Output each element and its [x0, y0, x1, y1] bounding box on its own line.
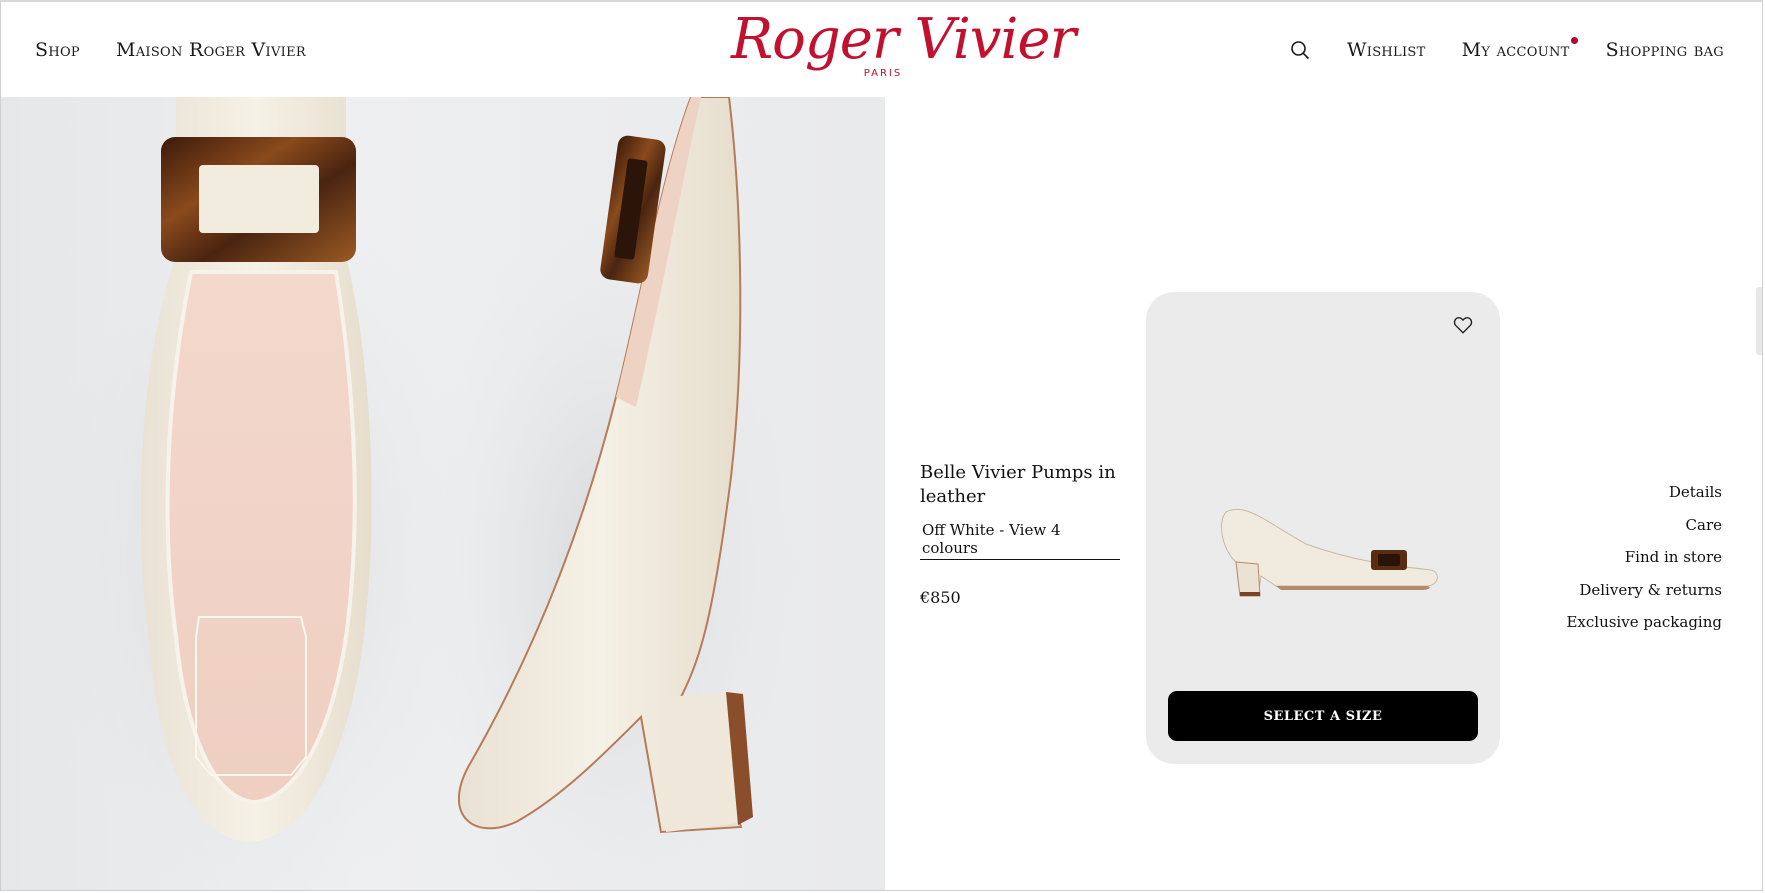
site-header: Shop Maison Roger Vivier Roger Vivier PA…	[1, 2, 1762, 97]
nav-account[interactable]: My account	[1461, 37, 1578, 61]
product-hero-image	[1, 97, 885, 890]
link-find-in-store[interactable]: Find in store	[1566, 541, 1722, 574]
hero-shoes-illustration	[31, 97, 811, 890]
product-summary: Belle Vivier Pumps in leather Off White …	[920, 461, 1120, 607]
colour-selector-link[interactable]: Off White - View 4 colours	[920, 521, 1120, 560]
logo-wordmark: Roger Vivier	[731, 7, 1076, 72]
select-size-button[interactable]: SELECT A SIZE	[1168, 691, 1478, 741]
search-icon[interactable]	[1289, 39, 1311, 61]
nav-shop[interactable]: Shop	[35, 39, 80, 61]
link-exclusive-packaging[interactable]: Exclusive packaging	[1566, 606, 1722, 639]
product-info-links: Details Care Find in store Delivery & re…	[1566, 476, 1722, 639]
page: Shop Maison Roger Vivier Roger Vivier PA…	[0, 0, 1763, 891]
left-buckle-window	[199, 165, 319, 233]
link-details[interactable]: Details	[1566, 476, 1722, 509]
product-thumbnail-shoe	[1221, 508, 1438, 597]
nav-maison[interactable]: Maison Roger Vivier	[116, 39, 306, 61]
product-title: Belle Vivier Pumps in leather	[920, 462, 1116, 507]
link-delivery-returns[interactable]: Delivery & returns	[1566, 574, 1722, 607]
product-card: SELECT A SIZE	[1146, 292, 1500, 764]
utility-nav: Wishlist My account Shopping bag	[1289, 37, 1724, 61]
scrollbar-handle[interactable]	[1756, 287, 1762, 355]
nav-shopping-bag[interactable]: Shopping bag	[1606, 39, 1724, 61]
nav-wishlist[interactable]: Wishlist	[1347, 39, 1426, 61]
product-price: €850	[920, 588, 961, 607]
nav-account-label: My account	[1461, 39, 1570, 61]
notification-dot	[1570, 37, 1578, 44]
heart-outline-icon[interactable]	[1452, 314, 1476, 338]
primary-nav: Shop Maison Roger Vivier	[35, 39, 342, 61]
brand-logo[interactable]: Roger Vivier PARIS	[731, 7, 1076, 88]
link-care[interactable]: Care	[1566, 509, 1722, 542]
